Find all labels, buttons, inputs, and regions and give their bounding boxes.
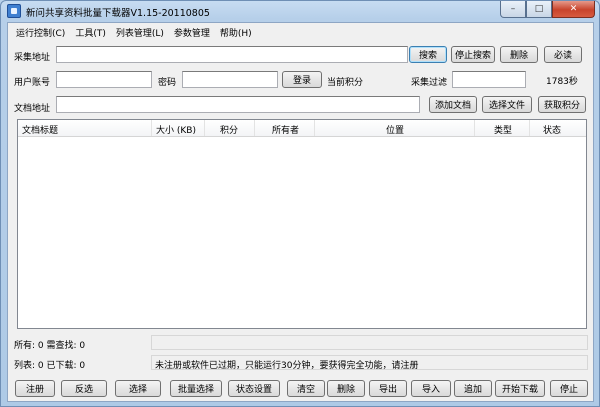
close-icon: ✕ [569,3,578,14]
document-list[interactable]: 文档标题 大小 (KB) 积分 所有者 位置 类型 状态 [17,119,587,329]
register-button[interactable]: 注册 [15,380,55,397]
registration-notice: 未注册或软件已过期，只能运行30分钟，要获得完全功能，请注册 [155,361,419,371]
password-input[interactable] [182,71,278,88]
select-file-button[interactable]: 选择文件 [482,96,532,113]
main-window: 新问共享资料批量下载器V1.15-20110805 – □ ✕ 运行控制(C) … [0,0,600,407]
stop-search-button[interactable]: 停止搜索 [451,46,495,63]
app-icon [7,4,21,18]
window-controls: – □ ✕ [500,1,595,18]
search-button[interactable]: 搜索 [409,46,447,63]
status-panel-1 [151,335,588,350]
menu-bar: 运行控制(C) 工具(T) 列表管理(L) 参数管理 帮助(H) [8,23,593,40]
window-title: 新问共享资料批量下载器V1.15-20110805 [26,8,210,19]
login-button[interactable]: 登录 [282,71,322,88]
minimize-icon: – [510,3,516,14]
column-status[interactable]: 状态 [530,120,586,136]
column-type[interactable]: 类型 [475,120,530,136]
doc-url-label: 文档地址 [14,104,51,114]
close-button[interactable]: ✕ [552,1,595,18]
maximize-button[interactable]: □ [526,1,552,18]
points-value [367,71,403,88]
collect-url-label: 采集地址 [14,53,51,63]
filter-label: 采集过滤 [411,78,448,88]
column-points[interactable]: 积分 [205,120,255,136]
delete-button[interactable]: 删除 [327,380,365,397]
user-label: 用户账号 [14,78,51,88]
collect-url-input[interactable] [56,46,408,63]
list-header: 文档标题 大小 (KB) 积分 所有者 位置 类型 状态 [18,120,586,137]
menu-tools[interactable]: 工具(T) [71,23,112,40]
password-label: 密码 [158,78,177,88]
user-input[interactable] [56,71,152,88]
append-button[interactable]: 追加 [454,380,492,397]
doc-url-input[interactable] [56,96,420,113]
client-area: 运行控制(C) 工具(T) 列表管理(L) 参数管理 帮助(H) 采集地址 搜索… [7,22,594,402]
batch-select-button[interactable]: 批量选择 [170,380,222,397]
must-read-button[interactable]: 必读 [544,46,582,63]
add-doc-button[interactable]: 添加文档 [429,96,477,113]
filter-input[interactable] [452,71,526,88]
import-button[interactable]: 导入 [411,380,451,397]
status-counts-2: 列表: 0 已下载: 0 [14,361,86,371]
clear-button[interactable]: 清空 [287,380,325,397]
minimize-button[interactable]: – [500,1,526,18]
invert-select-button[interactable]: 反选 [61,380,107,397]
column-size[interactable]: 大小 (KB) [152,120,205,136]
column-owner[interactable]: 所有者 [255,120,315,136]
points-label: 当前积分 [327,78,364,88]
stop-button[interactable]: 停止 [550,380,588,397]
menu-params[interactable]: 参数管理 [170,23,216,40]
export-button[interactable]: 导出 [369,380,407,397]
maximize-icon: □ [534,3,544,14]
menu-help[interactable]: 帮助(H) [216,23,258,40]
menu-run-control[interactable]: 运行控制(C) [12,23,71,40]
delete-url-button[interactable]: 删除 [500,46,538,63]
column-location[interactable]: 位置 [315,120,475,136]
status-settings-button[interactable]: 状态设置 [228,380,280,397]
get-points-button[interactable]: 获取积分 [538,96,586,113]
seconds-counter: 1783秒 [546,77,578,87]
start-download-button[interactable]: 开始下载 [495,380,545,397]
status-counts-1: 所有: 0 需查找: 0 [14,341,86,351]
column-title[interactable]: 文档标题 [18,120,152,136]
select-button[interactable]: 选择 [115,380,161,397]
title-bar[interactable]: 新问共享资料批量下载器V1.15-20110805 – □ ✕ [1,1,599,21]
menu-list-manage[interactable]: 列表管理(L) [112,23,170,40]
